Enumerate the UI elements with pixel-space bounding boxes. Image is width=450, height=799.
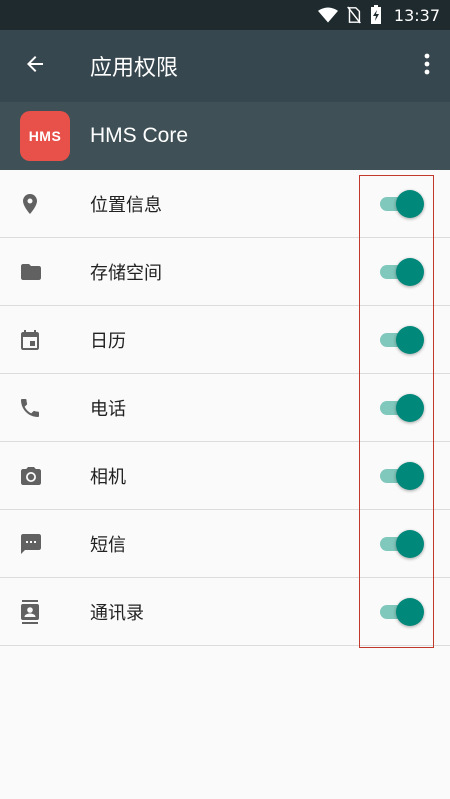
phone-icon [12, 396, 72, 420]
folder-icon [12, 260, 72, 284]
no-sim-icon [346, 6, 362, 24]
permission-toggle-storage[interactable] [380, 257, 424, 286]
permission-row-location[interactable]: 位置信息 [0, 170, 450, 238]
permission-row-storage[interactable]: 存储空间 [0, 238, 450, 306]
permission-row-sms[interactable]: 短信 [0, 510, 450, 578]
permission-label: 通讯录 [90, 602, 144, 624]
permission-row-contacts[interactable]: 通讯录 [0, 578, 450, 646]
permission-label: 位置信息 [90, 194, 162, 216]
calendar-icon [12, 328, 72, 352]
sms-icon [12, 532, 72, 556]
camera-icon [12, 464, 72, 488]
permission-toggle-location[interactable] [380, 189, 424, 218]
permission-label: 短信 [90, 534, 126, 556]
permission-label: 存储空间 [90, 262, 162, 284]
permission-toggle-calendar[interactable] [380, 325, 424, 354]
contacts-icon [12, 599, 72, 625]
status-bar: 13:37 [0, 0, 450, 30]
permission-row-calendar[interactable]: 日历 [0, 306, 450, 374]
app-header: HMS HMS Core [0, 102, 450, 170]
permission-toggle-camera[interactable] [380, 461, 424, 490]
permission-label: 相机 [90, 466, 126, 488]
permission-label: 日历 [90, 330, 126, 352]
permission-row-camera[interactable]: 相机 [0, 442, 450, 510]
wifi-icon [317, 7, 338, 23]
arrow-back-icon [23, 52, 47, 80]
toolbar: 应用权限 [0, 30, 450, 102]
permission-toggle-contacts[interactable] [380, 597, 424, 626]
permission-list: 位置信息 存储空间 日历 电话 相机 短信 通讯录 [0, 170, 450, 646]
status-time: 13:37 [393, 5, 440, 25]
permission-row-phone[interactable]: 电话 [0, 374, 450, 442]
more-vert-icon [424, 53, 430, 79]
app-icon: HMS [20, 111, 70, 161]
permission-toggle-phone[interactable] [380, 393, 424, 422]
location-pin-icon [12, 192, 72, 216]
app-name: HMS Core [90, 124, 189, 147]
more-options-button[interactable] [414, 48, 440, 84]
back-button[interactable] [0, 30, 70, 102]
page-title: 应用权限 [90, 56, 179, 81]
permission-label: 电话 [90, 398, 126, 420]
permission-toggle-sms[interactable] [380, 529, 424, 558]
battery-charging-icon [370, 5, 382, 25]
